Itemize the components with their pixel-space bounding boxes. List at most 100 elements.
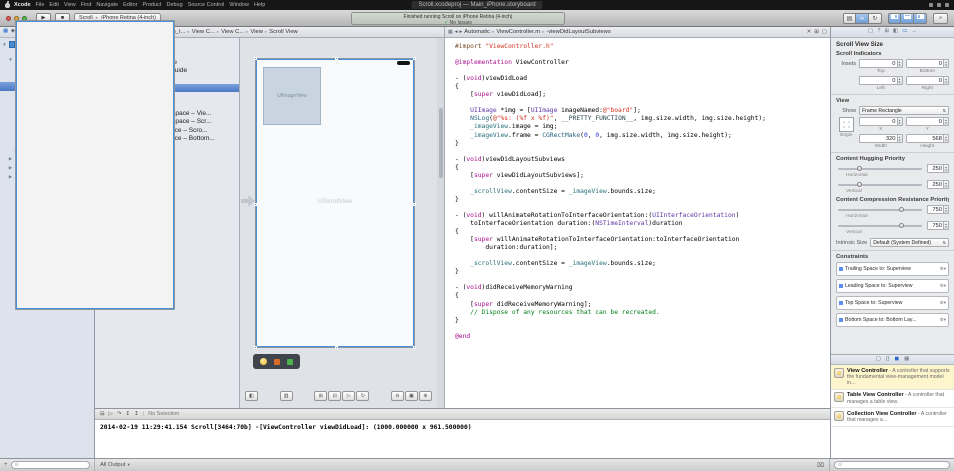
debug-console[interactable]: 2014-02-19 11:29:41.154 Scroll[3464:70b]… bbox=[95, 420, 830, 458]
menu-navigate[interactable]: Navigate bbox=[96, 2, 118, 8]
origin-grid[interactable] bbox=[839, 117, 854, 132]
step-out-icon[interactable]: ↥ bbox=[134, 411, 139, 417]
slider-knob[interactable] bbox=[857, 182, 862, 187]
priority-slider[interactable] bbox=[838, 168, 922, 170]
assistant-editor-button[interactable]: ∞ bbox=[856, 13, 869, 24]
priority-field[interactable]: 250▴▾ bbox=[927, 180, 949, 189]
menu-product[interactable]: Product bbox=[143, 2, 162, 8]
step-over-icon[interactable]: ↷ bbox=[117, 411, 122, 417]
jumpbar-item[interactable]: Scroll View bbox=[269, 29, 298, 35]
stepper-icon[interactable]: ▴▾ bbox=[943, 165, 948, 172]
x-field[interactable]: 0▴▾ bbox=[859, 117, 903, 126]
stepper-icon[interactable]: ▴▾ bbox=[943, 222, 948, 229]
source-editor[interactable]: #import "ViewController.h" @implementati… bbox=[445, 38, 830, 408]
resolve-autolayout-button[interactable]: ▷ bbox=[342, 391, 355, 401]
menu-debug[interactable]: Debug bbox=[166, 2, 182, 8]
gear-icon[interactable]: ⚙▾ bbox=[940, 317, 946, 323]
stepper-icon[interactable]: ▴▾ bbox=[943, 60, 948, 67]
menu-source-control[interactable]: Source Control bbox=[188, 2, 225, 8]
split-layout-icon[interactable]: ▢ bbox=[822, 29, 827, 35]
quick-help-inspector-icon[interactable]: ? bbox=[877, 29, 880, 35]
media-library-icon[interactable]: ▦ bbox=[904, 357, 909, 363]
disclosure-icon[interactable]: ▶ bbox=[8, 174, 13, 180]
storyboard-canvas[interactable]: UIImageView UIScrollView bbox=[240, 38, 437, 408]
stepper-icon[interactable]: ▴▾ bbox=[943, 77, 948, 84]
intrinsic-size-dropdown[interactable]: Default (System Defined) ⇅ bbox=[870, 238, 949, 247]
version-editor-button[interactable]: ↻ bbox=[869, 13, 882, 24]
clear-console-icon[interactable]: ⌧ bbox=[817, 462, 824, 469]
step-into-icon[interactable]: ↧ bbox=[125, 411, 130, 417]
apple-menu-icon[interactable] bbox=[5, 3, 10, 8]
menu-help[interactable]: Help bbox=[254, 2, 265, 8]
file-template-library-icon[interactable]: ▢ bbox=[876, 357, 881, 363]
library-filter-field[interactable]: ⊙ bbox=[834, 461, 950, 469]
exit-dock-icon[interactable] bbox=[287, 359, 293, 365]
priority-slider[interactable] bbox=[838, 225, 922, 227]
selection-handle[interactable] bbox=[335, 57, 338, 60]
toolbar-overflow-button[interactable]: » bbox=[933, 13, 948, 24]
jumpbar-item[interactable]: View C... bbox=[221, 29, 244, 35]
disclosure-icon[interactable]: ▼ bbox=[2, 42, 7, 47]
navigator-filter-field[interactable]: ⊙ bbox=[11, 461, 90, 469]
gear-icon[interactable]: ⚙▾ bbox=[940, 283, 946, 289]
connections-inspector-icon[interactable]: → bbox=[911, 29, 917, 35]
top-field[interactable]: 0▴▾ bbox=[859, 59, 903, 68]
utilities-toggle-button[interactable] bbox=[914, 13, 927, 24]
stepper-icon[interactable]: ▴▾ bbox=[897, 135, 902, 142]
height-field[interactable]: 568▴▾ bbox=[906, 134, 950, 143]
bottom-field[interactable]: 0▴▾ bbox=[906, 59, 950, 68]
library-item[interactable]: Table View Controller - A controller tha… bbox=[831, 390, 954, 409]
selection-handle[interactable] bbox=[413, 203, 416, 206]
priority-field[interactable]: 750▴▾ bbox=[927, 205, 949, 214]
disclosure-icon[interactable]: ▶ bbox=[8, 156, 13, 162]
stepper-icon[interactable]: ▴▾ bbox=[943, 135, 948, 142]
size-inspector-icon[interactable]: ▭ bbox=[902, 29, 907, 35]
menu-find[interactable]: Find bbox=[81, 2, 92, 8]
priority-field[interactable]: 250▴▾ bbox=[927, 164, 949, 173]
file-inspector-icon[interactable]: ▢ bbox=[868, 29, 873, 35]
slider-knob[interactable] bbox=[899, 207, 904, 212]
object-library-icon[interactable]: ◼ bbox=[895, 357, 900, 363]
slider-knob[interactable] bbox=[857, 166, 862, 171]
attributes-inspector-icon[interactable]: ◧ bbox=[893, 29, 898, 35]
close-window-button[interactable] bbox=[6, 16, 11, 21]
selection-handle[interactable] bbox=[335, 346, 338, 349]
constraint-row[interactable]: Trailing Space to: Superview⚙▾ bbox=[836, 262, 949, 276]
project-navigator-icon[interactable]: ▦ bbox=[3, 29, 8, 35]
slider-knob[interactable] bbox=[899, 223, 904, 228]
y-field[interactable]: 0▴▾ bbox=[906, 117, 950, 126]
priority-slider[interactable] bbox=[838, 209, 922, 211]
add-icon[interactable]: + bbox=[4, 462, 8, 468]
constraint-row[interactable]: Bottom Space to: Bottom Lay...⚙▾ bbox=[836, 313, 949, 327]
library-item[interactable]: View Controller - A controller that supp… bbox=[831, 365, 954, 390]
zoom-in-button[interactable]: ⊕ bbox=[419, 391, 432, 401]
menu-file[interactable]: File bbox=[36, 2, 45, 8]
menu-editor[interactable]: Editor bbox=[123, 2, 137, 8]
selection-handle[interactable] bbox=[413, 346, 416, 349]
jumpbar-item[interactable]: -viewDidLayoutSubviews bbox=[546, 29, 610, 35]
priority-field[interactable]: 750▴▾ bbox=[927, 221, 949, 230]
jumpbar-item[interactable]: View bbox=[250, 29, 262, 35]
show-dropdown[interactable]: Frame Rectangle ⇅ bbox=[859, 106, 949, 115]
close-assistant-icon[interactable]: ✕ bbox=[807, 29, 812, 35]
standard-editor-button[interactable]: ▤ bbox=[843, 13, 856, 24]
add-assistant-editor-icon[interactable]: ⊞ bbox=[814, 29, 819, 35]
stepper-icon[interactable]: ▴▾ bbox=[943, 181, 948, 188]
jumpbar-item[interactable]: ViewController.m bbox=[496, 29, 540, 35]
align-button[interactable]: ⊞ bbox=[314, 391, 327, 401]
width-field[interactable]: 320▴▾ bbox=[859, 134, 903, 143]
selection-handle[interactable] bbox=[254, 346, 257, 349]
resizing-behavior-button[interactable]: ▥ bbox=[280, 391, 293, 401]
zoom-out-button[interactable]: ⊖ bbox=[391, 391, 404, 401]
selection-handle[interactable] bbox=[254, 57, 257, 60]
identity-inspector-icon[interactable]: ⊞ bbox=[884, 29, 889, 35]
related-items-icon[interactable]: ▦ bbox=[448, 29, 453, 35]
menu-window[interactable]: Window bbox=[229, 2, 249, 8]
stepper-icon[interactable]: ▴▾ bbox=[943, 206, 948, 213]
disclosure-icon[interactable]: ▼ bbox=[8, 57, 13, 62]
view-controller-dock-icon[interactable] bbox=[260, 358, 267, 365]
menu-edit[interactable]: Edit bbox=[49, 2, 58, 8]
library-item[interactable]: Collection View Controller - A controlle… bbox=[831, 408, 954, 427]
pin-button[interactable]: ⊟ bbox=[328, 391, 341, 401]
editor-split-scrollbar[interactable] bbox=[437, 38, 445, 408]
